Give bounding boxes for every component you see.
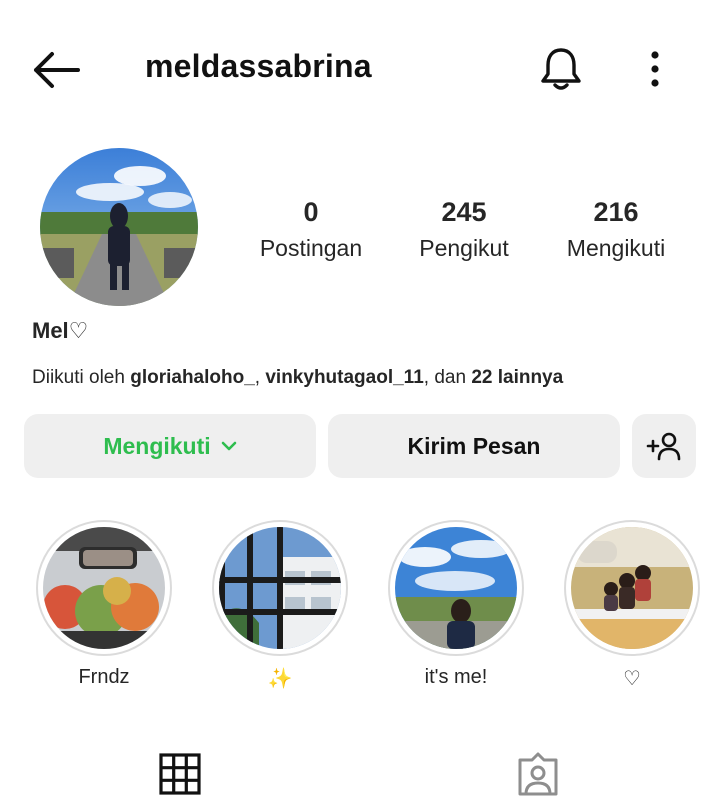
profile-stats: 0 Postingan 245 Pengikut 216 Mengikuti — [230, 196, 700, 276]
following-button[interactable]: Mengikuti — [24, 414, 316, 478]
highlight-heart[interactable]: ♡ — [562, 520, 702, 691]
stat-followers-label: Pengikut — [419, 235, 509, 261]
stat-posts-count: 0 — [303, 197, 319, 227]
stat-following-count: 216 — [593, 197, 639, 227]
bell-icon[interactable] — [536, 44, 586, 94]
chevron-down-icon — [221, 441, 236, 451]
highlight-cover — [395, 527, 517, 649]
highlight-cover — [571, 527, 693, 649]
arrow-left-icon[interactable] — [30, 50, 82, 90]
highlight-sparkles[interactable]: ✨ — [210, 520, 350, 691]
stat-posts[interactable]: 0 Postingan — [236, 196, 386, 262]
profile-tabs — [0, 742, 720, 811]
tagged-icon[interactable] — [516, 752, 560, 796]
highlight-its-me[interactable]: it's me! — [386, 520, 526, 689]
followed-by-others[interactable]: 22 lainnya — [471, 367, 563, 388]
stat-following-label: Mengikuti — [566, 235, 666, 261]
followed-by-mid: , dan — [423, 367, 472, 388]
followed-by-prefix: Diikuti oleh — [32, 367, 131, 388]
followed-by-user-2[interactable]: vinkyhutagaol_11 — [265, 367, 423, 388]
followed-by-separator: , — [254, 367, 266, 388]
top-bar: meldassabrina — [0, 0, 720, 136]
person-add-icon — [646, 432, 681, 461]
add-person-button[interactable] — [632, 414, 696, 478]
highlight-label: ♡ — [623, 668, 641, 690]
stat-following[interactable]: 216 Mengikuti — [541, 196, 691, 262]
stat-posts-label: Postingan — [259, 235, 363, 261]
followed-by-user-1[interactable]: gloriahaloho_ — [130, 367, 255, 388]
highlight-label: Frndz — [78, 666, 130, 688]
highlight-ring — [36, 520, 172, 656]
following-button-label: Mengikuti — [103, 432, 211, 459]
highlight-label: ✨ — [267, 668, 293, 690]
highlight-cover — [219, 527, 341, 649]
stat-followers[interactable]: 245 Pengikut — [389, 196, 539, 262]
profile-username: meldassabrina — [145, 48, 372, 84]
highlight-ring — [212, 520, 348, 656]
highlight-frndz[interactable]: Frndz — [34, 520, 174, 689]
profile-avatar[interactable] — [40, 148, 198, 306]
followed-by-text[interactable]: Diikuti oleh gloriahaloho_, vinkyhutagao… — [32, 367, 563, 389]
send-message-button[interactable]: Kirim Pesan — [328, 414, 620, 478]
send-message-button-label: Kirim Pesan — [407, 432, 541, 459]
highlight-label: it's me! — [424, 666, 488, 688]
more-vertical-icon[interactable] — [640, 46, 670, 92]
highlight-cover — [43, 527, 165, 649]
highlight-ring — [564, 520, 700, 656]
stat-followers-count: 245 — [441, 197, 487, 227]
display-name: Mel♡ — [32, 318, 89, 343]
grid-icon[interactable] — [158, 752, 202, 796]
highlight-ring — [388, 520, 524, 656]
